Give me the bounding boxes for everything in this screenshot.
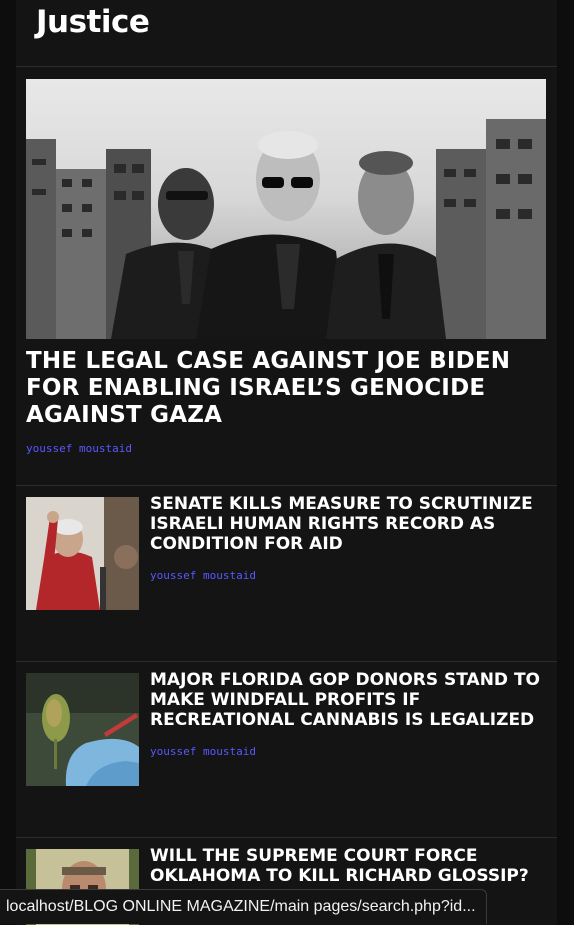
article-divider [16, 661, 557, 662]
article-author[interactable]: youssef moustaid [150, 745, 256, 758]
article-photo-speaker [26, 497, 139, 610]
page: Justice THE LEGAL CASE AGAINST JOE BIDEN… [0, 0, 574, 925]
article-divider [16, 485, 557, 486]
featured-photo-illustration [26, 119, 546, 339]
article-author[interactable]: youssef moustaid [150, 569, 256, 582]
content-column: Justice THE LEGAL CASE AGAINST JOE BIDEN… [16, 0, 557, 925]
header-divider [16, 66, 557, 67]
article-photo-cannabis [26, 673, 139, 786]
article-thumbnail[interactable] [26, 497, 139, 610]
article-thumbnail[interactable] [26, 673, 139, 786]
article-title[interactable]: SENATE KILLS MEASURE TO SCRUTINIZE ISRAE… [150, 494, 545, 554]
section-title: Justice [36, 4, 150, 40]
article-divider [16, 837, 557, 838]
featured-article-author[interactable]: youssef moustaid [26, 442, 132, 455]
browser-status-url: localhost/BLOG ONLINE MAGAZINE/main page… [0, 889, 487, 924]
article-title[interactable]: MAJOR FLORIDA GOP DONORS STAND TO MAKE W… [150, 670, 545, 730]
featured-article-image[interactable] [26, 79, 546, 339]
article-title[interactable]: WILL THE SUPREME COURT FORCE OKLAHOMA TO… [150, 846, 545, 886]
featured-article-title[interactable]: THE LEGAL CASE AGAINST JOE BIDEN FOR ENA… [26, 348, 546, 429]
